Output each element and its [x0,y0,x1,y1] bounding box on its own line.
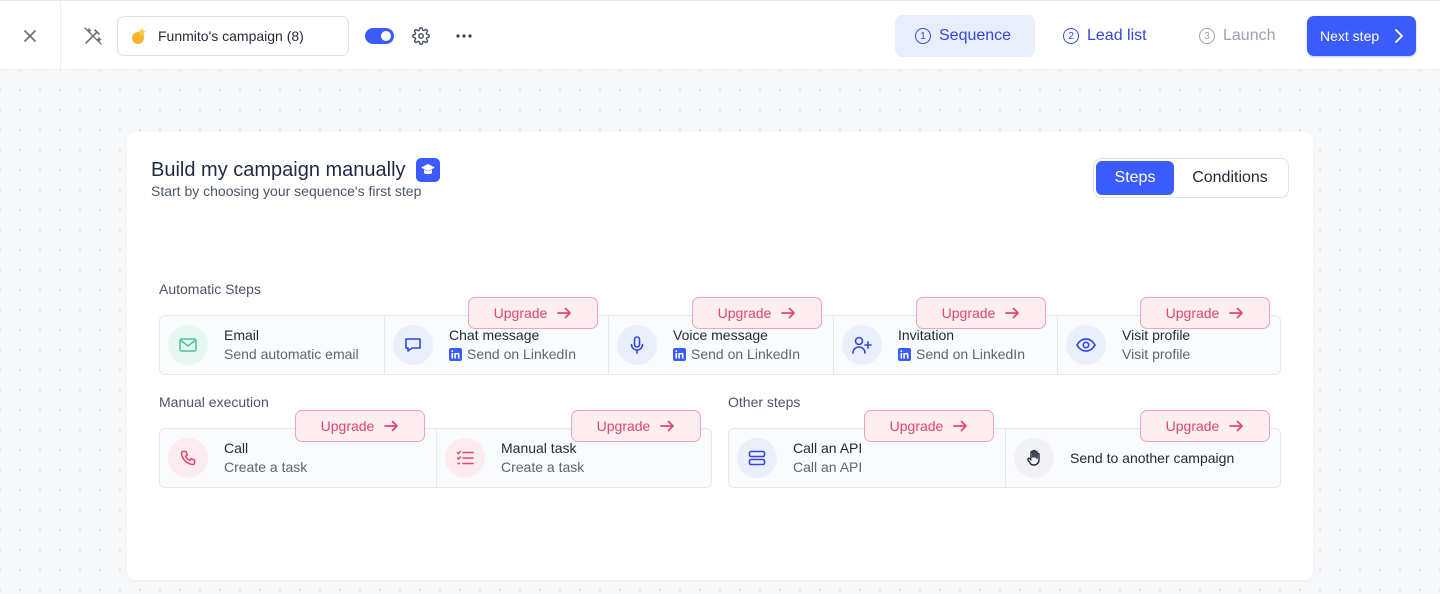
step-title: Call [224,440,249,456]
section-manual-execution: Manual execution [159,394,269,410]
upgrade-label: Upgrade [596,418,651,434]
arrow-right-icon [384,420,399,432]
upgrade-button-invitation[interactable]: Upgrade [916,297,1046,329]
upgrade-label: Upgrade [493,305,548,321]
arrow-right-icon [1005,307,1020,319]
arrow-right-icon [660,420,675,432]
steps-conditions-switch: Steps Conditions [1093,158,1289,198]
step-subtitle: Visit profile [1122,346,1191,362]
step-subtitle: Send on LinkedIn [916,346,1025,362]
step-title: Call an API [793,440,863,456]
linkedin-icon [673,348,686,361]
step-subtitle: Send on LinkedIn [691,346,800,362]
upgrade-button-chat-message[interactable]: Upgrade [468,297,598,329]
card-heading: Build my campaign manually [151,158,440,182]
eye-icon [1066,325,1106,365]
arrow-right-icon [1229,420,1244,432]
step-subtitle: Call an API [793,459,863,475]
upgrade-label: Upgrade [320,418,375,434]
hand-icon [1014,438,1054,478]
upgrade-label: Upgrade [1165,305,1220,321]
upgrade-button-visit-profile[interactable]: Upgrade [1140,297,1270,329]
upgrade-label: Upgrade [1165,418,1220,434]
page-subtitle: Start by choosing your sequence's first … [151,183,422,199]
arrow-right-icon [781,307,796,319]
upgrade-button-voice-message[interactable]: Upgrade [692,297,822,329]
magic-wand-icon [84,27,102,45]
tab-lead-list[interactable]: 2 Lead list [1043,15,1167,57]
step-email[interactable]: Email Send automatic email [160,316,384,374]
microphone-icon [617,325,657,365]
tab-label: Sequence [939,27,1012,44]
section-other-steps: Other steps [728,394,801,410]
page-title: Build my campaign manually [151,158,406,181]
step-subtitle: Send automatic email [224,346,359,362]
upgrade-label: Upgrade [717,305,772,321]
campaign-active-toggle[interactable] [365,28,394,44]
step-subtitle: Create a task [224,459,308,475]
more-options-button[interactable] [454,26,474,46]
upgrade-button-send-to-another-campaign[interactable]: Upgrade [1140,410,1270,442]
step-subtitle: Create a task [501,459,585,475]
tab-label: Lead list [1087,27,1147,44]
campaign-builder-card: Build my campaign manually Start by choo… [127,132,1313,580]
more-horizontal-icon [456,34,472,38]
step-number-badge: 1 [915,28,931,44]
tab-sequence[interactable]: 1 Sequence [895,15,1035,57]
upgrade-button-manual-task[interactable]: Upgrade [571,410,701,442]
gear-icon [412,27,430,45]
chevron-right-icon [1395,29,1403,43]
add-user-icon [842,325,882,365]
next-step-label: Next step [1320,28,1380,44]
upgrade-button-call-api[interactable]: Upgrade [864,410,994,442]
step-title: Email [224,327,260,343]
magic-wand-button[interactable] [82,25,104,47]
checklist-icon [445,438,485,478]
step-title: Manual task [501,440,577,456]
linkedin-icon [898,348,911,361]
step-subtitle: Send on LinkedIn [467,346,576,362]
chat-icon [393,325,433,365]
step-title: Send to another campaign [1070,449,1235,466]
arrow-right-icon [557,307,572,319]
step-number-badge: 3 [1199,28,1215,44]
graduation-cap-icon[interactable] [415,158,440,182]
arrow-right-icon [1229,307,1244,319]
close-button[interactable] [0,1,61,70]
phone-icon [168,438,208,478]
campaign-name-text: Funmito's campaign (8) [158,28,304,44]
tab-launch[interactable]: 3 Launch [1179,15,1296,57]
campaign-name-field[interactable]: Funmito's campaign (8) [117,16,349,56]
tab-conditions[interactable]: Conditions [1174,161,1286,195]
next-step-button[interactable]: Next step [1307,16,1416,56]
tab-label: Launch [1223,27,1276,44]
step-number-badge: 2 [1063,28,1079,44]
star-emoji-icon [130,26,150,46]
linkedin-icon [449,348,462,361]
upgrade-label: Upgrade [889,418,944,434]
mail-icon [168,325,208,365]
close-icon [24,29,36,42]
tab-steps[interactable]: Steps [1096,161,1174,195]
section-automatic-steps: Automatic Steps [159,281,261,297]
server-icon [737,438,777,478]
upgrade-button-call[interactable]: Upgrade [295,410,425,442]
settings-button[interactable] [411,26,431,46]
top-bar: Funmito's campaign (8) 1 Sequence 2 Lead… [0,0,1440,70]
upgrade-label: Upgrade [941,305,996,321]
arrow-right-icon [953,420,968,432]
